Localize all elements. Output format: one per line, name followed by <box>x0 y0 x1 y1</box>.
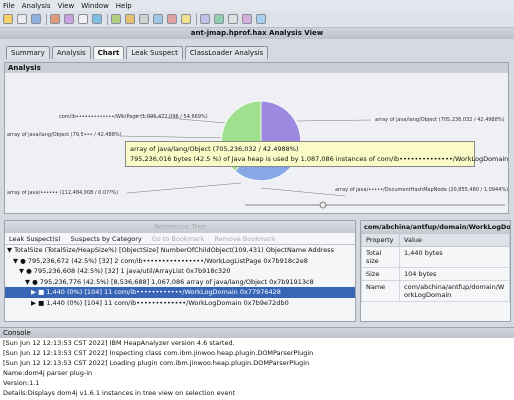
menu-analysis[interactable]: Analysis <box>22 2 51 10</box>
leader-line <box>126 182 242 194</box>
value-column-header[interactable]: Value <box>399 233 510 247</box>
tab-analysis[interactable]: Analysis <box>51 46 91 59</box>
chart-label-object-array-2: array of java/lang/Object (705,236,032 /… <box>375 117 505 123</box>
leader-line <box>260 187 346 197</box>
console-line: Version:1.1 <box>3 379 40 387</box>
menu-bar: File Analysis View Window Help <box>0 0 514 11</box>
tab-classloader-analysis[interactable]: ClassLoader Analysis <box>184 46 269 59</box>
settings-icon[interactable] <box>228 14 238 24</box>
menu-window[interactable]: Window <box>81 2 109 10</box>
toolbar-separator <box>196 13 197 25</box>
view-tabs: Summary Analysis Chart Leak Suspect Clas… <box>6 46 270 59</box>
main-toolbar <box>0 11 514 28</box>
tree-row-selected[interactable]: ▶ ■ 1,440 (0%) [104] 11 com/ib••••••••••… <box>5 287 355 298</box>
console-output: [Sun Jun 12 12:13:53 CST 2022] IBM HeapA… <box>0 338 514 400</box>
tree-header-row[interactable]: ▼ TotalSize (TotalSize/HeapSize%) [Objec… <box>5 245 355 256</box>
help-icon[interactable] <box>256 14 266 24</box>
toolbar-separator <box>107 13 108 25</box>
chart-label-wikipage: com/ib•••••••••••••/WikiPage (1,095,472,… <box>59 114 208 120</box>
tree-view-icon[interactable] <box>125 14 135 24</box>
property-column-header[interactable]: Property <box>361 233 401 247</box>
gc-icon[interactable] <box>214 14 224 24</box>
bookmark-icon[interactable] <box>181 14 191 24</box>
console-header: Console <box>0 327 514 338</box>
menu-file[interactable]: File <box>3 2 15 10</box>
tooltip-line-2: 795,236,016 bytes (42.5 %) of Java heap … <box>130 155 509 163</box>
zoom-slider-handle[interactable] <box>319 201 327 209</box>
reference-tree-title: Reference Tree <box>5 221 355 233</box>
close-icon[interactable] <box>50 14 60 24</box>
tab-leak-suspect[interactable]: Leak Suspect <box>126 46 183 59</box>
remove-bookmark-button[interactable]: Remove Bookmark <box>214 235 275 243</box>
tab-summary[interactable]: Summary <box>6 46 50 59</box>
analysis-panel-title: Analysis <box>5 63 508 73</box>
plugin-icon[interactable] <box>242 14 252 24</box>
tree-row[interactable]: ▼ ● 795,236,776 (42.5%) [8,536,688] 1,06… <box>5 277 355 288</box>
menu-help[interactable]: Help <box>116 2 132 10</box>
tree-row[interactable]: ▶ ■ 1,440 (0%) [104] 11 com/ib••••••••••… <box>5 298 355 309</box>
property-value: 104 bytes <box>399 267 510 281</box>
reference-tree-toolbar: Leak Suspect(s) Suspects by Category Go … <box>5 233 355 245</box>
new-file-icon[interactable] <box>17 14 27 24</box>
leader-line <box>120 135 228 139</box>
classloader-icon[interactable] <box>200 14 210 24</box>
tree-row[interactable]: ▼ ● 795,236,672 (42.5%) [32] 2 com/ib•••… <box>5 256 355 267</box>
tab-chart[interactable]: Chart <box>92 46 125 59</box>
go-to-bookmark-button[interactable]: Go to Bookmark <box>152 235 205 243</box>
analysis-view-title: ant-jmap.hprof.hax Analysis View <box>0 28 514 39</box>
console-line: Details:Displays dom4j v1.6.1 instances … <box>3 389 236 397</box>
reference-tree-panel: Reference Tree Leak Suspect(s) Suspects … <box>4 220 356 322</box>
tree-row[interactable]: ▼ ● 795,236,608 (42.5%) [32] 1 java/util… <box>5 266 355 277</box>
analysis-icon[interactable] <box>92 14 102 24</box>
menu-view[interactable]: View <box>58 2 75 10</box>
chart-tooltip: array of java/lang/Object (705,236,032 /… <box>125 141 509 167</box>
leader-line <box>296 119 372 122</box>
list-view-icon[interactable] <box>139 14 149 24</box>
properties-panel: com/abchina/antfup/domain/WorkLogDomain … <box>360 220 511 322</box>
console-line: [Sun Jun 12 12:13:53 CST 2022] Inspectin… <box>3 349 314 357</box>
tooltip-line-1: array of java/lang/Object (705,236,032 /… <box>130 145 299 153</box>
property-name: Total size <box>361 246 401 268</box>
compare-icon[interactable] <box>64 14 74 24</box>
property-value: 1,440 bytes <box>399 246 510 268</box>
console-line: [Sun Jun 12 12:13:53 CST 2022] IBM HeapA… <box>3 339 235 347</box>
properties-table: Property Value Total size 1,440 bytes Si… <box>361 233 510 302</box>
chart-label-object-array-1: array of java/lang/Object (79,5••• / 42.… <box>7 132 122 138</box>
table-view-icon[interactable] <box>153 14 163 24</box>
suspects-by-category-button[interactable]: Suspects by Category <box>71 235 142 243</box>
property-row[interactable]: Size 104 bytes <box>361 267 510 281</box>
property-row[interactable]: Name com/abchina/antfup/domain/WorkLogDo… <box>361 280 510 302</box>
property-row[interactable]: Total size 1,440 bytes <box>361 246 510 268</box>
property-name: Size <box>361 267 401 281</box>
chart-icon[interactable] <box>111 14 121 24</box>
console-line: [Sun Jun 12 12:13:53 CST 2022] Loading p… <box>3 359 310 367</box>
chart-label-object-array-3: array of java/•••••• (112,484,008 / 0.0?… <box>7 190 119 196</box>
search-icon[interactable] <box>78 14 88 24</box>
save-icon[interactable] <box>31 14 41 24</box>
property-value: com/abchina/antfup/domain/WorkLogDomain <box>399 280 510 302</box>
leak-icon[interactable] <box>167 14 177 24</box>
analysis-panel: Analysis com/ib•••••••••••••/WikiPage (1… <box>4 62 509 214</box>
leak-suspects-button[interactable]: Leak Suspect(s) <box>9 235 61 243</box>
chart-label-document-hashmap: array of java/•••••/DocumentHashMapNode … <box>335 187 509 193</box>
toolbar-separator <box>46 13 47 25</box>
open-file-icon[interactable] <box>3 14 13 24</box>
properties-title: com/abchina/antfup/domain/WorkLogDomain <box>361 221 510 233</box>
console-line: Name:dom4j parser plug-in <box>3 369 93 377</box>
property-name: Name <box>361 280 401 302</box>
